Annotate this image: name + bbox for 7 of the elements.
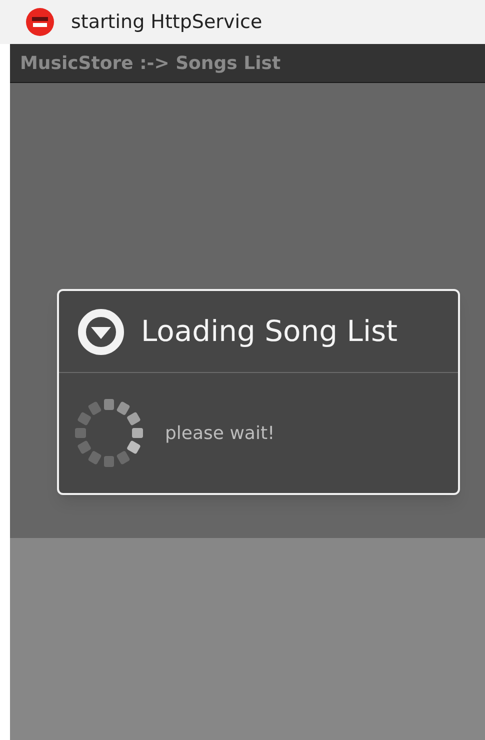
notification-text: starting HttpService bbox=[71, 10, 262, 35]
spinner-icon bbox=[73, 397, 145, 469]
window-title: MusicStore :-> Songs List bbox=[20, 52, 281, 76]
dialog-message: please wait! bbox=[165, 422, 275, 446]
dialog-title: Loading Song List bbox=[141, 312, 398, 350]
app-icon bbox=[25, 7, 55, 37]
dropdown-icon bbox=[77, 308, 125, 356]
